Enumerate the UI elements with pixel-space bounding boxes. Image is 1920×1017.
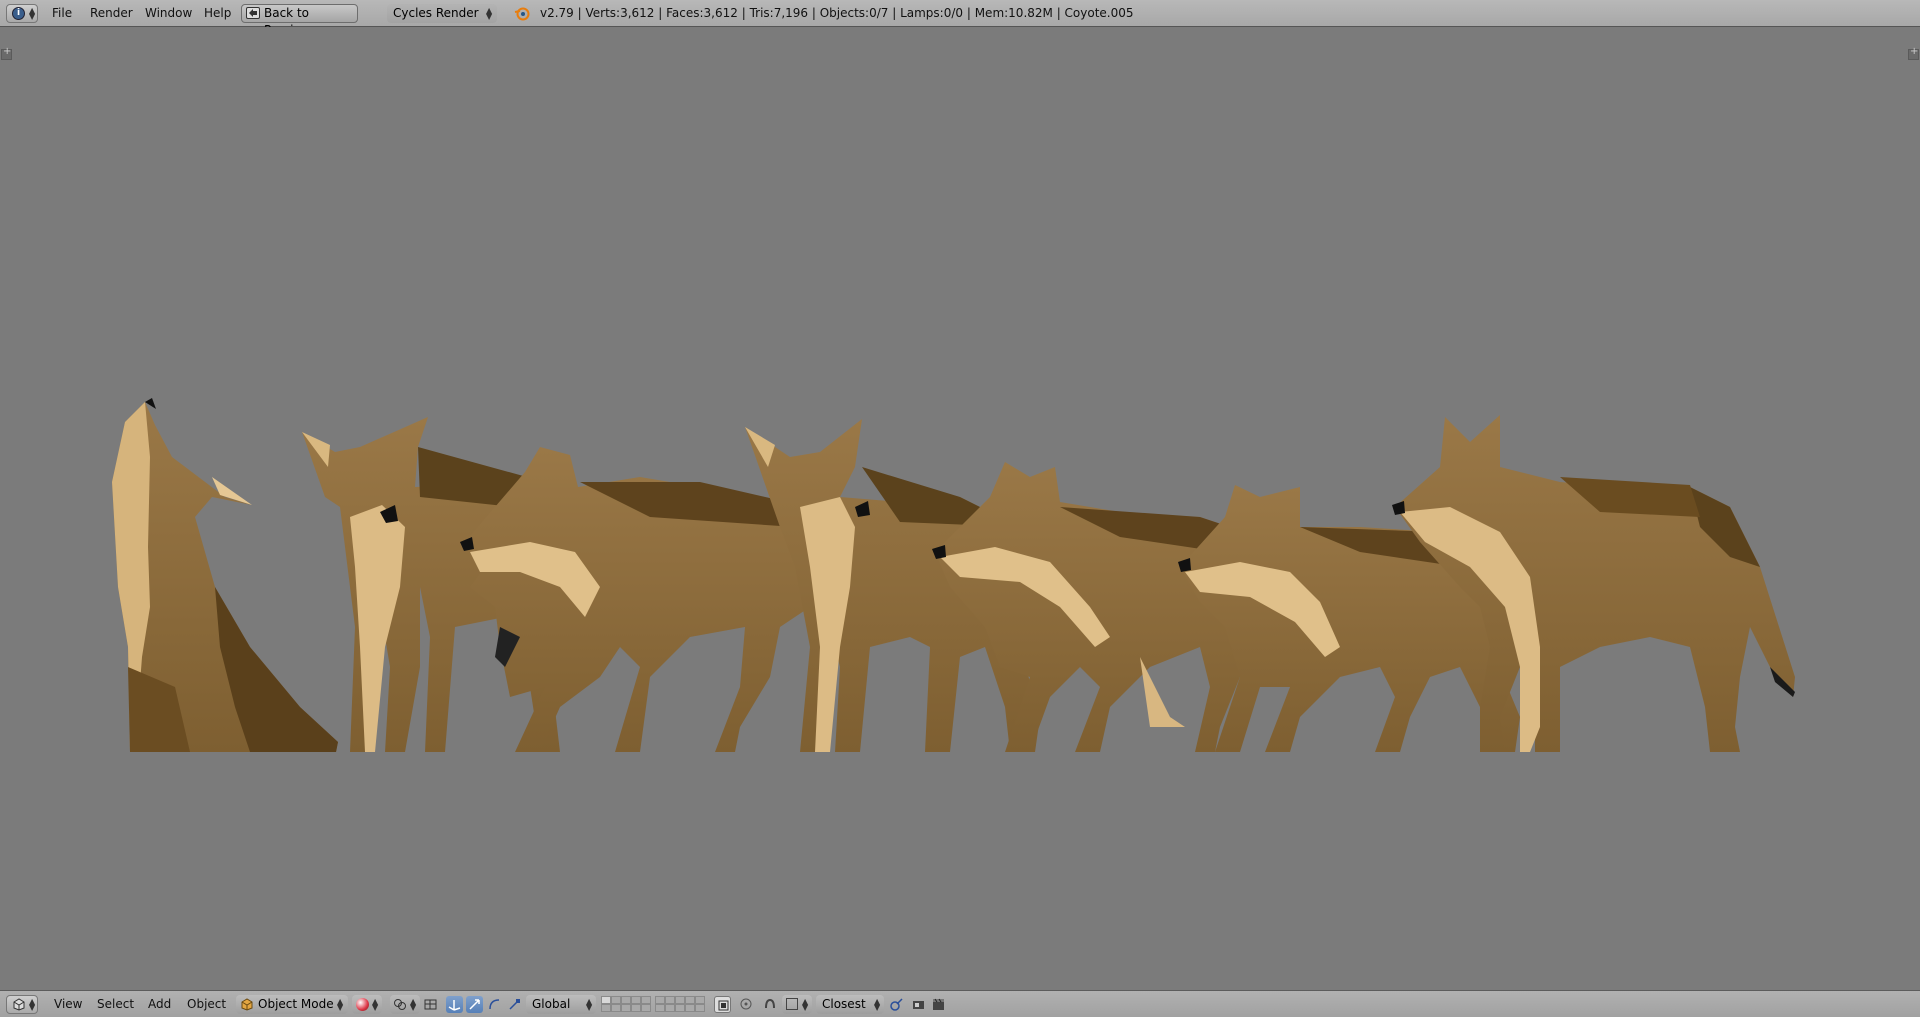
shading-arrows-icon: ▲ ▼ <box>372 997 379 1012</box>
interaction-mode-dropdown[interactable]: Object Mode ▲ ▼ <box>236 995 348 1014</box>
viewport-header-bar: ▲ ▼ View Select Add Object Object Mode ▲ ▼… <box>0 990 1920 1017</box>
snap-target-dropdown[interactable]: Closest ▲ ▼ <box>816 995 884 1014</box>
pivot-icon <box>393 998 407 1011</box>
pivot-arrows-icon: ▲ ▼ <box>410 997 417 1012</box>
layer-19[interactable] <box>685 1004 695 1012</box>
layer-9[interactable] <box>685 996 695 1004</box>
snap-toggle-icon[interactable] <box>762 996 779 1013</box>
scale-icon[interactable] <box>506 996 523 1013</box>
layer-11[interactable] <box>601 1004 611 1012</box>
editor-arrows-icon: ▲ ▼ <box>29 997 36 1012</box>
layer-16[interactable] <box>655 1004 665 1012</box>
layer-5[interactable] <box>641 996 651 1004</box>
menu-window[interactable]: Window <box>145 5 192 22</box>
snap-element-icon <box>786 998 798 1010</box>
layer-4[interactable] <box>631 996 641 1004</box>
translate-icon[interactable] <box>446 996 463 1013</box>
sphere-shading-icon <box>356 998 369 1011</box>
interaction-mode-label: Object Mode <box>258 997 334 1011</box>
manipulator-icon[interactable] <box>422 996 439 1013</box>
3d-viewport[interactable] <box>0 27 1920 990</box>
transform-orientation-dropdown[interactable]: Global ▲ ▼ <box>526 995 596 1014</box>
layer-15[interactable] <box>641 1004 651 1012</box>
layer-3[interactable] <box>621 996 631 1004</box>
layer-20[interactable] <box>695 1004 705 1012</box>
layer-12[interactable] <box>611 1004 621 1012</box>
layer-2[interactable] <box>611 996 621 1004</box>
coyote-sitting-howling[interactable] <box>112 398 338 752</box>
menu-add[interactable]: Add <box>148 996 171 1013</box>
translate-manipulator-icon[interactable] <box>466 996 483 1013</box>
snap-element-dropdown[interactable]: ▲ ▼ <box>782 995 812 1014</box>
menu-help[interactable]: Help <box>204 5 231 22</box>
viewport-editor-selector[interactable]: ▲ ▼ <box>6 995 38 1014</box>
top-header-bar: i ▲▼ File Render Window Help Back to Pre… <box>0 0 1920 37</box>
transform-orientation-label: Global <box>532 997 571 1011</box>
layer-8[interactable] <box>675 996 685 1004</box>
mode-arrows-icon: ▲ ▼ <box>337 997 344 1012</box>
lock-layers-icon[interactable] <box>714 996 731 1013</box>
orientation-arrows-icon: ▲ ▼ <box>586 997 593 1012</box>
layer-1[interactable] <box>601 996 611 1004</box>
cube-icon <box>240 998 253 1011</box>
menu-render[interactable]: Render <box>90 5 133 22</box>
layer-14[interactable] <box>631 1004 641 1012</box>
menu-object[interactable]: Object <box>187 996 226 1013</box>
snap-target-label: Closest <box>822 997 866 1011</box>
coyote-scene <box>112 398 1795 752</box>
back-to-previous-button[interactable]: Back to Previous <box>241 4 358 37</box>
info-icon: i <box>12 7 25 20</box>
render-icon[interactable] <box>910 996 927 1013</box>
back-arrow-icon <box>246 7 260 19</box>
scene-statistics: v2.79 | Verts:3,612 | Faces:3,612 | Tris… <box>540 6 1134 20</box>
layer-10[interactable] <box>695 996 705 1004</box>
menu-file[interactable]: File <box>52 5 72 22</box>
layer-18[interactable] <box>675 1004 685 1012</box>
viewport-shading-dropdown[interactable]: ▲ ▼ <box>352 995 382 1014</box>
scene-layers[interactable] <box>601 996 707 1013</box>
clapper-icon[interactable] <box>930 996 947 1013</box>
blender-logo-icon <box>514 6 530 21</box>
render-engine-dropdown[interactable]: Cycles Render ▲ ▼ <box>387 4 497 23</box>
rotate-icon[interactable] <box>486 996 503 1013</box>
proportional-edit-icon[interactable] <box>738 996 755 1013</box>
menu-select[interactable]: Select <box>97 996 134 1013</box>
layer-17[interactable] <box>665 1004 675 1012</box>
editor-type-arrows-icon: ▲ ▼ <box>29 6 36 21</box>
snap-align-icon[interactable] <box>888 996 905 1013</box>
pivot-point-dropdown[interactable]: ▲ ▼ <box>390 995 420 1014</box>
snap-target-arrows-icon: ▲ ▼ <box>874 997 881 1012</box>
layer-6[interactable] <box>655 996 665 1004</box>
snap-element-arrows-icon: ▲ ▼ <box>802 997 809 1012</box>
layer-7[interactable] <box>665 996 675 1004</box>
menu-view[interactable]: View <box>54 996 82 1013</box>
editor-type-selector[interactable]: i ▲ ▼ <box>6 4 38 23</box>
3d-view-icon <box>12 998 25 1011</box>
render-engine-label: Cycles Render <box>393 6 479 20</box>
dropdown-arrows-icon: ▲ ▼ <box>486 6 493 21</box>
layer-13[interactable] <box>621 1004 631 1012</box>
